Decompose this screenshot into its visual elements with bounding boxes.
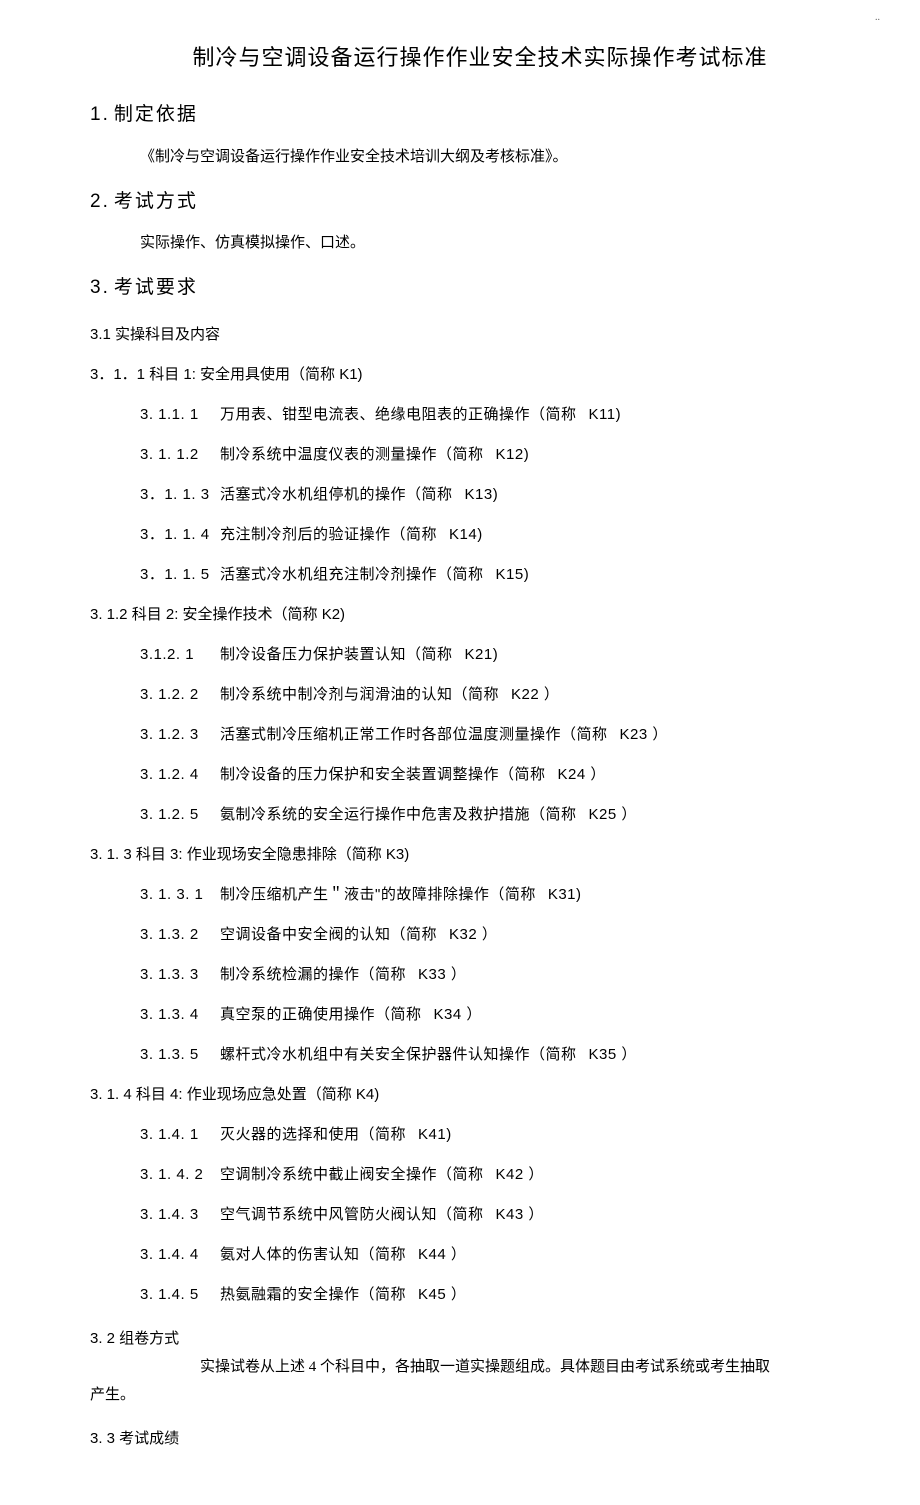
list-item: 3．1. 1. 5活塞式冷水机组充注制冷剂操作（简称K15) [140, 563, 830, 587]
document-title: 制冷与空调设备运行操作作业安全技术实际操作考试标准 [130, 40, 830, 75]
list-item: 3. 1.3. 5螺杆式冷水机组中有关安全保护器件认知操作（简称K35 ） [140, 1043, 830, 1067]
list-item: 3. 1. 3. 1制冷压缩机产生＂液击"的故障排除操作（简称K31) [140, 883, 830, 907]
section-3-2-body-line2: 产生。 [90, 1383, 830, 1407]
section-1-body: 《制冷与空调设备运行操作作业安全技术培训大纲及考核标准》。 [140, 145, 830, 169]
list-item: 3. 1.4. 3空气调节系统中风管防火阀认知（简称K43 ） [140, 1203, 830, 1227]
list-item: 3. 1. 4. 2空调制冷系统中截止阀安全操作（简称K42 ） [140, 1163, 830, 1187]
list-item: 3. 1.2. 2制冷系统中制冷剂与润滑油的认知（简称K22 ） [140, 683, 830, 707]
section-3-num: 3. [90, 277, 110, 298]
list-item: 3. 1.2. 5氨制冷系统的安全运行操作中危害及救护措施（简称K25 ） [140, 803, 830, 827]
list-item: 3．1. 1. 3活塞式冷水机组停机的操作（简称K13) [140, 483, 830, 507]
subject-3-heading: 3. 1. 3 科目 3: 作业现场安全隐患排除（简称 K3) [90, 843, 830, 867]
section-1-title: 制定依据 [114, 104, 198, 125]
section-1-heading: 1.制定依据 [90, 100, 830, 130]
section-3-2-heading: 3. 2 组卷方式 [90, 1327, 830, 1351]
section-1-num: 1. [90, 104, 110, 125]
list-item: 3. 1.4. 5热氨融霜的安全操作（简称K45 ） [140, 1283, 830, 1307]
list-item: 3. 1.4. 1灭火器的选择和使用（简称K41) [140, 1123, 830, 1147]
list-item: 3. 1.2. 4制冷设备的压力保护和安全装置调整操作（简称K24 ） [140, 763, 830, 787]
corner-mark: .. [875, 10, 880, 26]
list-item: 3.1.2. 1制冷设备压力保护装置认知（简称K21) [140, 643, 830, 667]
list-item: 3. 1.4. 4氨对人体的伤害认知（简称K44 ） [140, 1243, 830, 1267]
section-3-3-heading: 3. 3 考试成绩 [90, 1427, 830, 1451]
subject-2-heading: 3. 1.2 科目 2: 安全操作技术（简称 K2) [90, 603, 830, 627]
section-3-2-body-line1: 实操试卷从上述 4 个科目中，各抽取一道实操题组成。具体题目由考试系统或考生抽取 [200, 1355, 830, 1379]
section-3-heading: 3.考试要求 [90, 273, 830, 303]
list-item: 3. 1.2. 3活塞式制冷压缩机正常工作时各部位温度测量操作（简称K23 ） [140, 723, 830, 747]
list-item: 3．1. 1. 4充注制冷剂后的验证操作（简称K14) [140, 523, 830, 547]
list-item: 3. 1. 1.2制冷系统中温度仪表的测量操作（简称K12) [140, 443, 830, 467]
subject-1-heading: 3．1．1 科目 1: 安全用具使用（简称 K1) [90, 363, 830, 387]
section-2-body: 实际操作、仿真模拟操作、口述。 [140, 231, 830, 255]
list-item: 3. 1.3. 3制冷系统检漏的操作（简称K33 ） [140, 963, 830, 987]
list-item: 3. 1.3. 2空调设备中安全阀的认知（简称K32 ） [140, 923, 830, 947]
list-item: 3. 1.3. 4真空泵的正确使用操作（简称K34 ） [140, 1003, 830, 1027]
section-2-heading: 2.考试方式 [90, 187, 830, 217]
section-3-title: 考试要求 [114, 277, 198, 298]
subject-4-heading: 3. 1. 4 科目 4: 作业现场应急处置（简称 K4) [90, 1083, 830, 1107]
section-2-title: 考试方式 [114, 191, 198, 212]
section-2-num: 2. [90, 191, 110, 212]
section-3-1-heading: 3.1 实操科目及内容 [90, 323, 830, 347]
list-item: 3. 1.1. 1万用表、钳型电流表、绝缘电阻表的正确操作（简称K11) [140, 403, 830, 427]
